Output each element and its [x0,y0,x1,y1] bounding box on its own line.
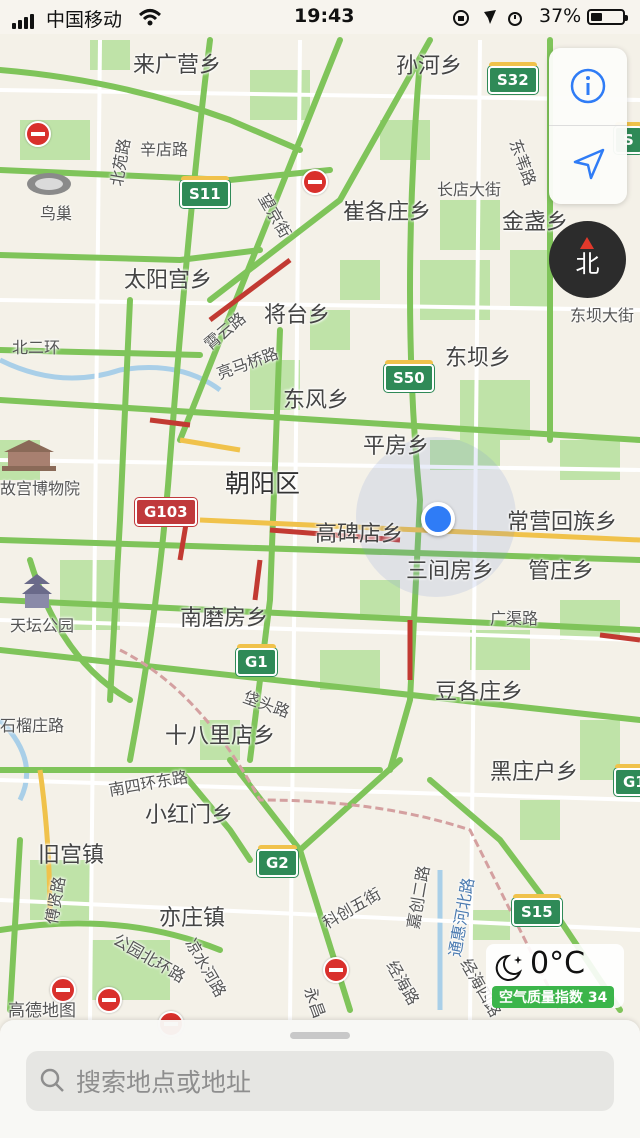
map-area-label[interactable]: 太阳宫乡 [124,262,212,294]
map-area-label[interactable]: 将台乡 [264,297,330,329]
compass-label: 北 [575,250,600,278]
map-area-label[interactable]: 黑庄户乡 [490,754,578,786]
district-label[interactable]: 朝阳区 [225,464,300,500]
road-shield-s32[interactable]: S32 [488,62,538,94]
map-area-label[interactable]: 南磨房乡 [180,600,268,632]
sheet-grabber-handle[interactable] [290,1032,350,1039]
map-area-label[interactable]: 来广营乡 [133,47,221,79]
map-area-label[interactable]: 旧宫镇 [38,837,104,869]
signal-strength-icon [12,10,36,29]
map-area-label[interactable]: 孙河乡 [396,48,462,80]
road-shield-g1[interactable]: G1 [236,644,277,676]
map-area-label[interactable]: 高碑店乡 [315,516,403,548]
status-bar: 中国移动 19:43 37% [0,0,640,34]
map-area-label[interactable]: 小红门乡 [145,797,233,829]
road-shield-s15[interactable]: S15 [512,894,562,926]
stadium-icon[interactable] [24,170,74,198]
no-entry-icon[interactable] [302,169,328,195]
map-area-label[interactable]: 常营回族乡 [507,504,617,536]
street-label: 广渠路 [490,609,539,628]
poi-label-palace-museum[interactable]: 故宫博物院 [0,475,80,499]
bottom-sheet [0,1020,640,1138]
search-bar[interactable] [26,1051,614,1111]
weather-widget[interactable]: 0°C 空气质量指数 34 [486,944,624,1008]
info-icon [570,68,606,104]
road-shield-g1-east[interactable]: G1 [614,764,640,796]
map-area-label[interactable]: 十八里店乡 [165,718,275,750]
search-input[interactable] [74,1059,598,1105]
map-area-label[interactable]: 金盏乡 [502,204,568,236]
map-area-label[interactable]: 管庄乡 [528,553,594,585]
moon-stars-icon [495,954,523,981]
street-label: 长店大街 [437,180,502,199]
temperature: 0°C [530,946,586,981]
road-shield-s11[interactable]: S11 [180,176,230,208]
road-shield-g103[interactable]: G103 [135,498,197,526]
map-area-label[interactable]: 亦庄镇 [159,900,225,932]
poi-label-birds-nest[interactable]: 鸟巢 [40,200,72,224]
status-icons [453,10,522,26]
map-area-label[interactable]: 东风乡 [283,382,349,414]
wifi-icon [138,9,162,26]
map-area-label[interactable]: 崔各庄乡 [343,194,431,226]
info-button[interactable] [549,48,627,125]
air-quality-badge: 空气质量指数 34 [492,986,615,1008]
map-area-label[interactable]: 豆各庄乡 [435,674,523,706]
poi-label-temple-of-heaven[interactable]: 天坛公园 [10,612,74,636]
street-label: 北二环 [12,338,61,357]
current-location-dot[interactable] [421,502,455,536]
search-icon [40,1068,64,1092]
street-label: 石榴庄路 [0,716,65,735]
no-entry-icon[interactable] [96,987,122,1013]
street-label: 辛店路 [140,140,189,159]
palace-icon[interactable] [0,438,58,474]
street-label: 东坝大街 [570,306,635,325]
locate-me-button[interactable] [549,126,627,203]
clock-time: 19:43 [294,5,355,27]
map-area-label[interactable]: 东坝乡 [445,340,511,372]
compass-button[interactable]: 北 [549,221,626,298]
no-entry-icon[interactable] [323,957,349,983]
map-area-label[interactable]: 三间房乡 [406,553,494,585]
road-shield-g2[interactable]: G2 [257,845,298,877]
no-entry-icon[interactable] [50,977,76,1003]
map-area-label[interactable]: 平房乡 [363,428,429,460]
no-entry-icon[interactable] [25,121,51,147]
carrier-name: 中国移动 [46,9,123,31]
battery-icon [587,9,628,25]
battery-percent: 37% [539,5,582,27]
road-shield-s50[interactable]: S50 [384,360,434,392]
temple-icon[interactable] [20,572,54,612]
location-arrow-icon [573,148,605,180]
map-controls [549,48,627,204]
